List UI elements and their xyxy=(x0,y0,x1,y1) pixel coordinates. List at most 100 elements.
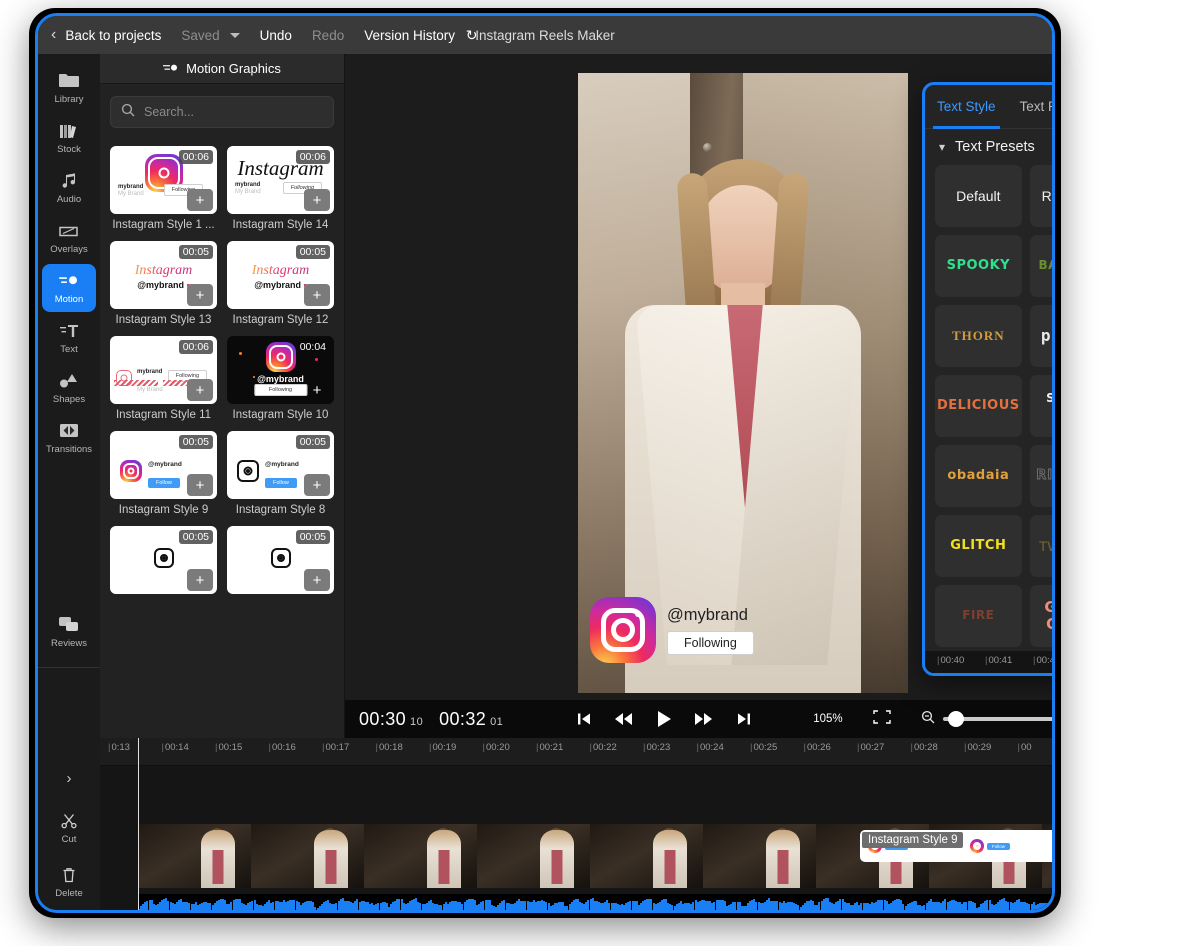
card-thumbnail[interactable]: @mybrand Follow 00:05 + xyxy=(110,431,217,499)
zoom-slider[interactable] xyxy=(942,711,1052,727)
add-to-timeline-button[interactable]: + xyxy=(304,474,330,496)
sidebar-item-text[interactable]: Text xyxy=(42,314,96,362)
card-thumbnail[interactable]: 00:05 + xyxy=(110,526,217,594)
card-duration: 00:05 xyxy=(295,435,330,449)
sidebar-item-library[interactable]: Library xyxy=(42,64,96,112)
text-preset-ripples[interactable]: RIPPLES xyxy=(1029,445,1052,507)
text-preset-glitch[interactable]: GLITCH xyxy=(935,515,1022,577)
add-to-timeline-button[interactable]: + xyxy=(187,189,213,211)
text-preset-default[interactable]: Default xyxy=(935,165,1022,227)
zoom-out-icon[interactable] xyxy=(921,710,935,729)
ruler-tick: 0:13 xyxy=(108,742,130,753)
preset-label: TWINKLE xyxy=(1038,537,1052,554)
card-duration: 00:05 xyxy=(295,530,330,544)
card-duration: 00:05 xyxy=(178,530,213,544)
audio-track[interactable] xyxy=(138,894,1052,910)
motion-graphic-card[interactable]: 00:05 + xyxy=(227,526,334,599)
instagram-overlay[interactable]: @mybrand Following xyxy=(590,597,754,663)
sidebar-item-motion[interactable]: Motion xyxy=(42,264,96,312)
add-to-timeline-button[interactable]: + xyxy=(304,379,330,401)
text-preset-thorn[interactable]: THORN xyxy=(935,305,1022,367)
card-label: Instagram Style 12 xyxy=(232,314,329,326)
version-history-button[interactable]: Version History ↻ xyxy=(364,27,477,44)
text-preset-pixel[interactable]: pixel xyxy=(1029,305,1052,367)
undo-button[interactable]: Undo xyxy=(260,28,292,43)
text-preset-game-over[interactable]: GAME OVER xyxy=(1029,585,1052,647)
zoom-slider-knob[interactable] xyxy=(948,711,965,727)
sidebar-item-reviews[interactable]: Reviews xyxy=(42,608,96,656)
card-thumbnail[interactable]: @mybrand Following 00:04 + xyxy=(227,336,334,404)
add-to-timeline-button[interactable]: + xyxy=(187,379,213,401)
sidebar-item-audio[interactable]: Audio xyxy=(42,164,96,212)
ruler-tick: 00:26 xyxy=(804,742,831,753)
text-preset-obadaia[interactable]: obadaia xyxy=(935,445,1022,507)
text-preset-fire[interactable]: FIRE xyxy=(935,585,1022,647)
motion-graphic-card[interactable]: @mybrand Follow 00:05 + Instagram Style 8 xyxy=(227,431,334,516)
app-window: ‹ Back to projects Saved Undo Redo Versi… xyxy=(35,13,1055,913)
add-to-timeline-button[interactable]: + xyxy=(304,189,330,211)
card-thumbnail[interactable]: mybrand My Brand Following 00:06 + xyxy=(110,336,217,404)
card-thumbnail[interactable]: Instagram mybrand My Brand Following 00:06 + xyxy=(227,146,334,214)
sidebar-item-stock[interactable]: Stock xyxy=(42,114,96,162)
card-thumbnail[interactable]: mybrand My Brand Following 00:06 + xyxy=(110,146,217,214)
add-to-timeline-button[interactable]: + xyxy=(304,569,330,591)
text-preset-bamboo[interactable]: BAMBOO xyxy=(1029,235,1052,297)
motion-graphic-card[interactable]: Instagram mybrand My Brand Following 00:06 + I… xyxy=(227,146,334,231)
motion-graphics-icon xyxy=(163,61,178,76)
motion-icon xyxy=(59,272,79,290)
sidebar-item-overlays[interactable]: Overlays xyxy=(42,214,96,262)
zoom-percent-label: 105% xyxy=(813,713,843,725)
cut-button[interactable]: Cut xyxy=(38,802,100,854)
playhead[interactable] xyxy=(138,738,139,910)
motion-graphic-card[interactable]: mybrand My Brand Following 00:06 + Instagram … xyxy=(110,146,217,231)
play-button[interactable] xyxy=(657,711,672,727)
card-thumbnail[interactable]: Instagram@mybrand ▪00:05+ xyxy=(110,241,217,309)
card-thumbnail[interactable]: 00:05 + xyxy=(227,526,334,594)
library-header-label: Motion Graphics xyxy=(186,61,281,76)
rewind-button[interactable] xyxy=(615,713,633,725)
add-to-timeline-button[interactable]: + xyxy=(187,474,213,496)
timeline-ruler[interactable]: 0:13 00:14 00:15 00:16 00:17 00:18 00:19 00:20 0… xyxy=(100,738,1052,766)
motion-graphic-card[interactable]: Instagram@mybrand ▪00:05+ Instagram Style… xyxy=(227,241,334,326)
search-box[interactable] xyxy=(110,96,334,128)
ruler-tick: 00:21 xyxy=(536,742,563,753)
text-preset-delicious[interactable]: DELICIOUS xyxy=(935,375,1022,437)
motion-graphic-card[interactable]: 00:05 + xyxy=(110,526,217,599)
motion-graphic-card[interactable]: @mybrand Follow 00:05 + Instagram Style 9 xyxy=(110,431,217,516)
timeline-tracks: Follow Follow Instagram Style 9 xyxy=(100,766,1052,910)
motion-graphic-card[interactable]: Instagram@mybrand ▪00:05+Instagram Style… xyxy=(110,241,217,326)
fit-screen-icon[interactable] xyxy=(872,709,891,729)
sidebar-item-label: Reviews xyxy=(51,637,87,649)
overlay-following-button[interactable]: Following xyxy=(667,630,754,655)
video-canvas[interactable]: @mybrand Following xyxy=(578,73,908,693)
tab-text-properties[interactable]: Text Properties xyxy=(1020,85,1052,128)
text-preset-spooky[interactable]: SPOOKY xyxy=(935,235,1022,297)
sidebar-item-label: Text xyxy=(60,343,78,355)
text-preset-rounded[interactable]: Rounded xyxy=(1029,165,1052,227)
card-thumbnail[interactable]: @mybrand Follow 00:05 + xyxy=(227,431,334,499)
motion-graphic-card[interactable]: mybrand My Brand Following 00:06 + Instagram … xyxy=(110,336,217,421)
back-to-projects-button[interactable]: ‹ Back to projects xyxy=(51,27,161,43)
text-presets-section-header[interactable]: ▾ Text Presets xyxy=(925,129,1052,161)
fast-forward-button[interactable] xyxy=(695,713,713,725)
motion-graphic-card[interactable]: @mybrand Following 00:04 + Instagram Style 1… xyxy=(227,336,334,421)
text-preset-twinkle[interactable]: TWINKLE xyxy=(1029,515,1052,577)
skip-to-start-button[interactable] xyxy=(577,712,591,726)
redo-button[interactable]: Redo xyxy=(312,28,344,43)
chevron-down-icon[interactable] xyxy=(229,32,240,38)
text-panel-tabs: Text Style Text Properties xyxy=(925,85,1052,129)
panel-ruler-tick: 00:41 xyxy=(985,655,1012,666)
sidebar-item-shapes[interactable]: Shapes xyxy=(42,364,96,412)
sidebar-item-transitions[interactable]: Transitions xyxy=(42,414,96,462)
add-to-timeline-button[interactable]: + xyxy=(187,284,213,306)
tab-text-style[interactable]: Text Style xyxy=(933,85,1000,129)
expand-panel-button[interactable]: › xyxy=(38,754,100,802)
text-preset-stone-age[interactable]: STONE AGE xyxy=(1029,375,1052,437)
search-input[interactable] xyxy=(144,105,323,119)
books-icon xyxy=(59,122,79,140)
add-to-timeline-button[interactable]: + xyxy=(304,284,330,306)
skip-to-end-button[interactable] xyxy=(737,712,751,726)
delete-button[interactable]: Delete xyxy=(38,856,100,908)
card-thumbnail[interactable]: Instagram@mybrand ▪00:05+ xyxy=(227,241,334,309)
add-to-timeline-button[interactable]: + xyxy=(187,569,213,591)
